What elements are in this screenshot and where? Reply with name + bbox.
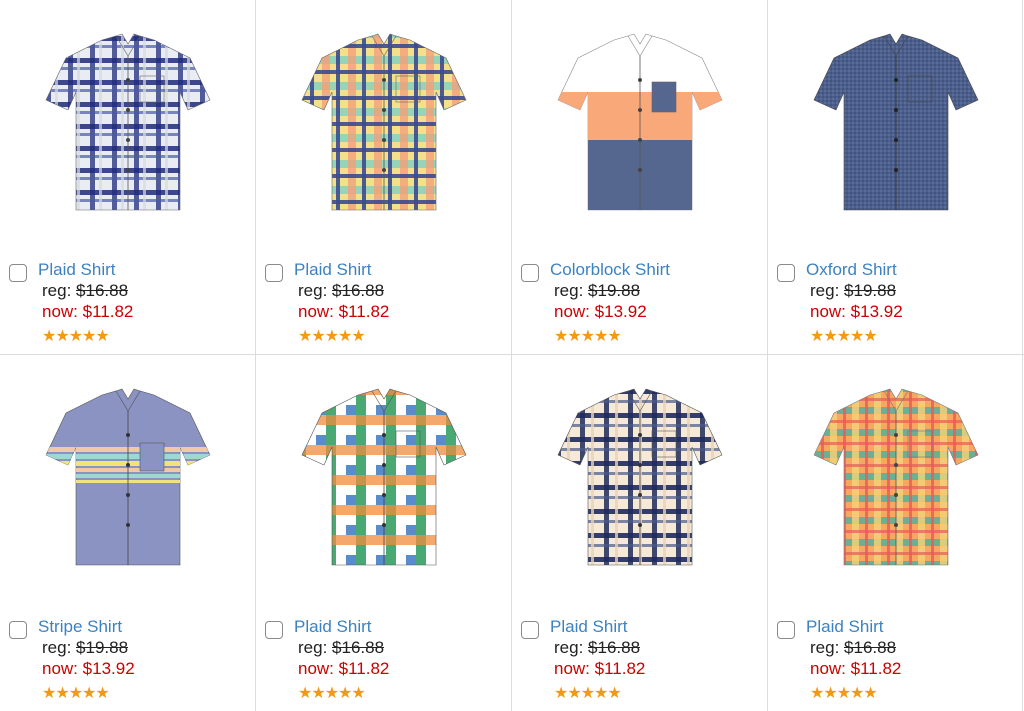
regular-price-label: reg: bbox=[42, 281, 72, 300]
product-card: Plaid Shirt reg: $16.88 now: $11.82 ★★★★… bbox=[0, 0, 255, 354]
product-name-link[interactable]: Plaid Shirt bbox=[550, 617, 627, 637]
star-rating: ★★★★★ bbox=[298, 685, 366, 702]
regular-price: reg: $16.88 bbox=[298, 281, 384, 301]
regular-price-value: $16.88 bbox=[844, 638, 897, 657]
shirt-image bbox=[301, 33, 467, 211]
star-rating: ★★★★★ bbox=[810, 328, 878, 345]
star-rating: ★★★★★ bbox=[298, 328, 366, 345]
regular-price: reg: $19.88 bbox=[42, 638, 128, 658]
product-name-link[interactable]: Plaid Shirt bbox=[294, 617, 371, 637]
sale-price-label: now: bbox=[554, 302, 590, 321]
sale-price: now: $11.82 bbox=[42, 302, 133, 322]
sale-price-value: $11.82 bbox=[850, 659, 902, 678]
regular-price-value: $16.88 bbox=[332, 281, 385, 300]
compare-checkbox[interactable] bbox=[777, 264, 795, 282]
star-rating: ★★★★★ bbox=[554, 328, 622, 345]
regular-price: reg: $16.88 bbox=[298, 638, 384, 658]
star-rating: ★★★★★ bbox=[554, 685, 622, 702]
shirt-image bbox=[813, 33, 979, 211]
compare-checkbox[interactable] bbox=[777, 621, 795, 639]
compare-checkbox[interactable] bbox=[9, 264, 27, 282]
shirt-image bbox=[45, 33, 211, 211]
product-image[interactable] bbox=[40, 385, 216, 575]
regular-price: reg: $16.88 bbox=[42, 281, 128, 301]
regular-price-value: $19.88 bbox=[844, 281, 897, 300]
product-image[interactable] bbox=[40, 30, 216, 220]
sale-price-label: now: bbox=[298, 302, 334, 321]
sale-price: now: $11.82 bbox=[298, 659, 389, 679]
product-name-link[interactable]: Plaid Shirt bbox=[38, 260, 115, 280]
shirt-image bbox=[301, 388, 467, 566]
sale-price-label: now: bbox=[298, 659, 334, 678]
compare-checkbox[interactable] bbox=[265, 264, 283, 282]
regular-price: reg: $16.88 bbox=[554, 638, 640, 658]
sale-price-value: $11.82 bbox=[594, 659, 646, 678]
compare-checkbox[interactable] bbox=[521, 621, 539, 639]
shirt-image bbox=[813, 388, 979, 566]
sale-price-value: $13.92 bbox=[82, 659, 135, 678]
sale-price-value: $11.82 bbox=[338, 302, 390, 321]
product-card: Plaid Shirt reg: $16.88 now: $11.82 ★★★★… bbox=[512, 355, 767, 711]
regular-price-value: $19.88 bbox=[76, 638, 129, 657]
sale-price: now: $13.92 bbox=[42, 659, 135, 679]
star-rating: ★★★★★ bbox=[42, 328, 110, 345]
star-rating: ★★★★★ bbox=[42, 685, 110, 702]
product-name-link[interactable]: Plaid Shirt bbox=[294, 260, 371, 280]
shirt-image bbox=[45, 388, 211, 566]
sale-price-label: now: bbox=[554, 659, 590, 678]
regular-price-value: $16.88 bbox=[588, 638, 641, 657]
regular-price-label: reg: bbox=[42, 638, 72, 657]
product-card: Colorblock Shirt reg: $19.88 now: $13.92… bbox=[512, 0, 767, 354]
regular-price-value: $19.88 bbox=[588, 281, 641, 300]
product-image[interactable] bbox=[552, 385, 728, 575]
shirt-image bbox=[557, 33, 723, 211]
regular-price-label: reg: bbox=[810, 638, 840, 657]
sale-price-label: now: bbox=[810, 302, 846, 321]
sale-price-label: now: bbox=[42, 659, 78, 678]
product-card: Stripe Shirt reg: $19.88 now: $13.92 ★★★… bbox=[0, 355, 255, 711]
product-card: Plaid Shirt reg: $16.88 now: $11.82 ★★★★… bbox=[256, 355, 511, 711]
shirt-image bbox=[557, 388, 723, 566]
regular-price: reg: $19.88 bbox=[810, 281, 896, 301]
product-image[interactable] bbox=[808, 30, 984, 220]
regular-price: reg: $19.88 bbox=[554, 281, 640, 301]
sale-price: now: $11.82 bbox=[554, 659, 645, 679]
regular-price-label: reg: bbox=[554, 638, 584, 657]
product-card: Plaid Shirt reg: $16.88 now: $11.82 ★★★★… bbox=[768, 355, 1022, 711]
sale-price: now: $13.92 bbox=[554, 302, 647, 322]
regular-price-value: $16.88 bbox=[332, 638, 385, 657]
product-card: Oxford Shirt reg: $19.88 now: $13.92 ★★★… bbox=[768, 0, 1022, 354]
compare-checkbox[interactable] bbox=[521, 264, 539, 282]
sale-price-value: $11.82 bbox=[338, 659, 390, 678]
sale-price-label: now: bbox=[42, 302, 78, 321]
sale-price-value: $11.82 bbox=[82, 302, 134, 321]
product-card: Plaid Shirt reg: $16.88 now: $11.82 ★★★★… bbox=[256, 0, 511, 354]
sale-price-label: now: bbox=[810, 659, 846, 678]
product-image[interactable] bbox=[808, 385, 984, 575]
product-grid: Plaid Shirt reg: $16.88 now: $11.82 ★★★★… bbox=[0, 0, 1024, 711]
sale-price: now: $11.82 bbox=[298, 302, 389, 322]
compare-checkbox[interactable] bbox=[265, 621, 283, 639]
regular-price-label: reg: bbox=[298, 638, 328, 657]
sale-price-value: $13.92 bbox=[850, 302, 903, 321]
regular-price-label: reg: bbox=[554, 281, 584, 300]
regular-price: reg: $16.88 bbox=[810, 638, 896, 658]
product-name-link[interactable]: Stripe Shirt bbox=[38, 617, 122, 637]
sale-price: now: $13.92 bbox=[810, 302, 903, 322]
product-image[interactable] bbox=[552, 30, 728, 220]
product-name-link[interactable]: Plaid Shirt bbox=[806, 617, 883, 637]
product-image[interactable] bbox=[296, 385, 472, 575]
product-image[interactable] bbox=[296, 30, 472, 220]
product-name-link[interactable]: Oxford Shirt bbox=[806, 260, 897, 280]
regular-price-value: $16.88 bbox=[76, 281, 129, 300]
product-name-link[interactable]: Colorblock Shirt bbox=[550, 260, 670, 280]
column-divider bbox=[1022, 0, 1023, 711]
sale-price-value: $13.92 bbox=[594, 302, 647, 321]
regular-price-label: reg: bbox=[298, 281, 328, 300]
star-rating: ★★★★★ bbox=[810, 685, 878, 702]
compare-checkbox[interactable] bbox=[9, 621, 27, 639]
regular-price-label: reg: bbox=[810, 281, 840, 300]
sale-price: now: $11.82 bbox=[810, 659, 901, 679]
